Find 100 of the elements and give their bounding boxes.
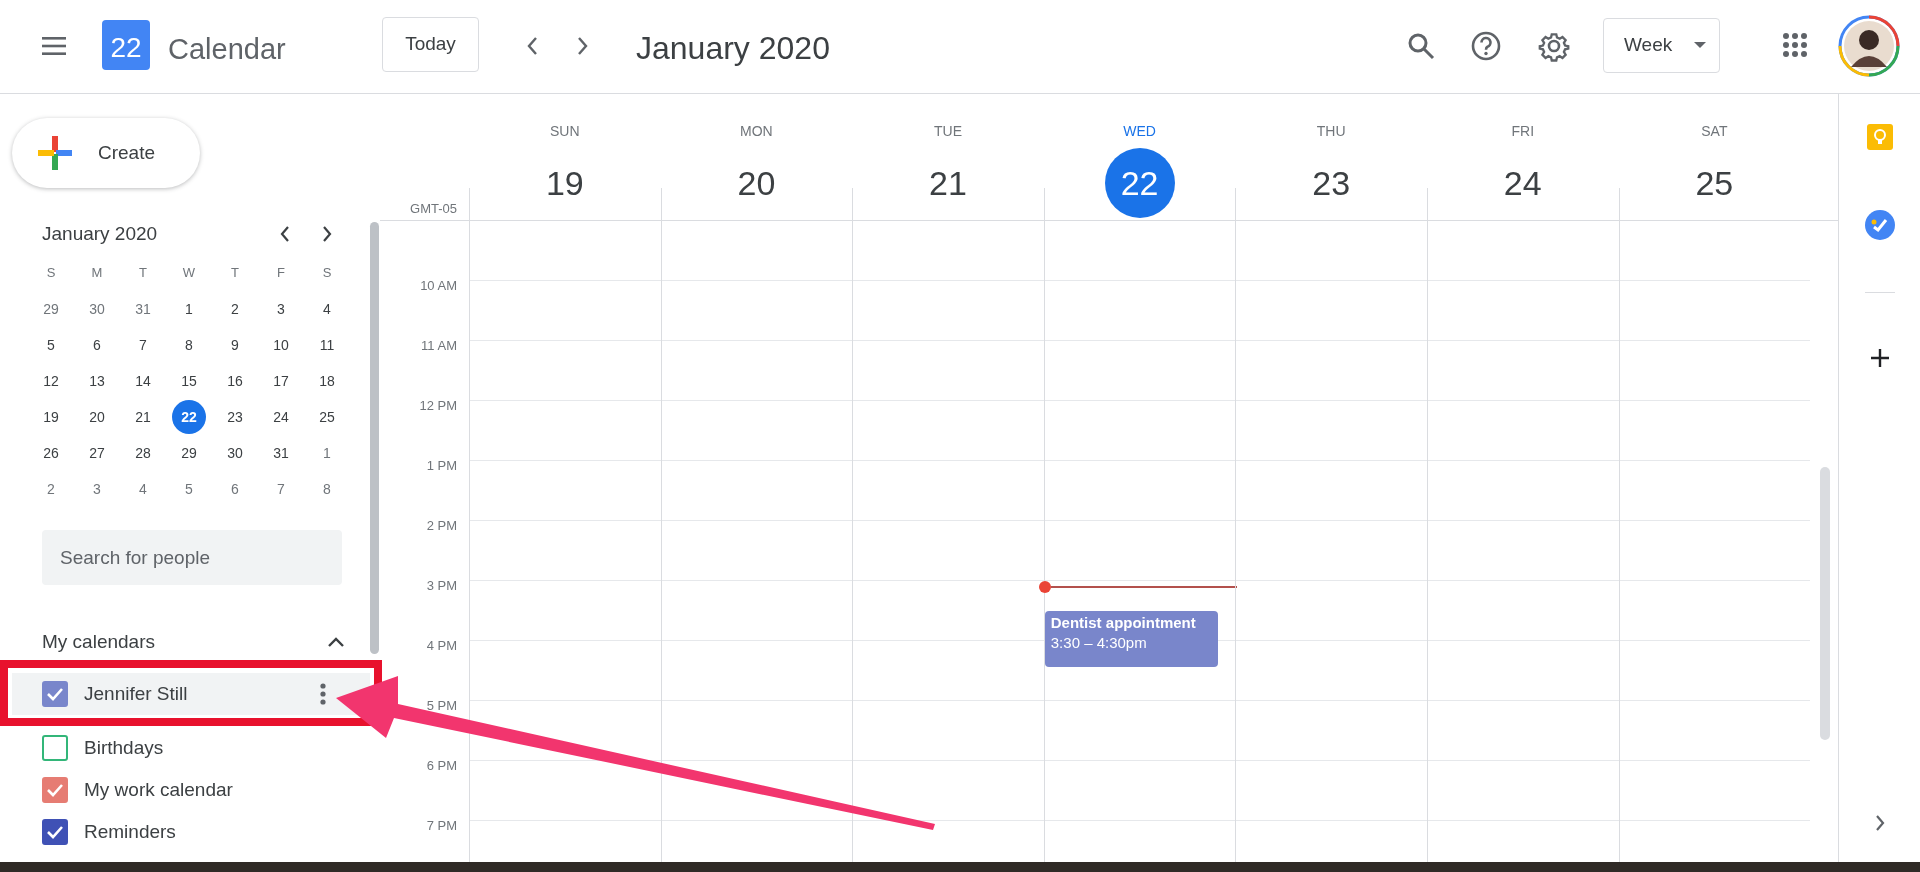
time-label: 1 PM <box>426 458 457 473</box>
date-cell[interactable]: 30 <box>218 436 252 470</box>
scrollbar[interactable] <box>370 222 379 654</box>
weekday-label: SUN <box>550 122 580 141</box>
date-cell[interactable]: 4 <box>310 292 344 326</box>
checkmark-circle-icon[interactable] <box>1864 210 1895 240</box>
weekday-label: MON <box>740 122 773 141</box>
time-label: 6 PM <box>426 758 457 773</box>
date-cell[interactable]: 1 <box>172 292 206 326</box>
apps-grid-icon[interactable] <box>1782 32 1808 58</box>
date-cell[interactable]: 2 <box>34 472 68 506</box>
app-name: Calendar <box>168 32 286 67</box>
chevron-right-icon[interactable] <box>1873 814 1886 832</box>
date-cell[interactable]: 12 <box>34 364 68 398</box>
checkbox[interactable] <box>42 777 68 803</box>
date-cell[interactable]: 19 <box>34 400 68 434</box>
weekday-label: T <box>139 264 147 283</box>
date-cell[interactable]: 9 <box>218 328 252 362</box>
view-selector[interactable]: Week <box>1603 18 1720 73</box>
event-title: Dentist appointment <box>1050 613 1197 633</box>
checkbox[interactable] <box>42 735 68 761</box>
weekday-label: F <box>277 264 285 283</box>
chevron-right-icon[interactable] <box>320 224 334 244</box>
calendar-logo: 22 <box>102 20 150 70</box>
day-number[interactable]: 25 <box>1679 148 1750 218</box>
mini-calendar-title: January 2020 <box>42 221 158 246</box>
date-cell[interactable]: 23 <box>218 400 252 434</box>
date-cell[interactable]: 15 <box>172 364 206 398</box>
day-number[interactable]: 21 <box>913 148 983 218</box>
date-cell[interactable]: 29 <box>34 292 68 326</box>
add-icon[interactable] <box>1869 348 1890 368</box>
checkbox[interactable] <box>42 819 68 845</box>
date-cell[interactable]: 3 <box>80 472 114 506</box>
weekday-label: TUE <box>934 122 962 141</box>
date-cell[interactable]: 7 <box>126 328 160 362</box>
date-cell[interactable]: 5 <box>34 328 68 362</box>
scrollbar[interactable] <box>1820 467 1830 740</box>
checkmark-icon <box>46 825 64 839</box>
date-cell[interactable]: 29 <box>172 436 206 470</box>
dropdown-caret-icon <box>1694 42 1707 49</box>
checkmark-icon <box>46 783 64 797</box>
weekday-label: WED <box>1123 122 1156 141</box>
weekday-label: W <box>182 264 196 283</box>
date-cell[interactable]: 8 <box>310 472 344 506</box>
more-options-icon[interactable] <box>320 683 326 705</box>
avatar[interactable] <box>1838 15 1900 77</box>
date-cell[interactable]: 10 <box>264 328 298 362</box>
date-cell[interactable]: 8 <box>172 328 206 362</box>
settings-icon[interactable] <box>1538 30 1570 62</box>
date-cell[interactable]: 31 <box>126 292 160 326</box>
date-cell[interactable]: 4 <box>126 472 160 506</box>
people-search-field[interactable]: Search for people <box>42 530 342 585</box>
date-cell[interactable]: 31 <box>264 436 298 470</box>
calendar-name: Birthdays <box>84 735 164 760</box>
create-button[interactable]: Create <box>12 118 200 188</box>
day-number[interactable]: 20 <box>721 148 792 218</box>
date-cell[interactable]: 14 <box>126 364 160 398</box>
day-number[interactable]: 22 <box>1104 148 1175 218</box>
search-icon[interactable] <box>1406 31 1436 61</box>
calendar-row-hover[interactable]: Jennifer Still <box>12 673 370 715</box>
menu-icon[interactable] <box>40 34 68 58</box>
date-cell[interactable]: 5 <box>172 472 206 506</box>
date-cell[interactable]: 30 <box>80 292 114 326</box>
today-button[interactable]: Today <box>382 17 479 72</box>
date-cell[interactable]: 13 <box>80 364 114 398</box>
weekday-label: M <box>91 264 103 283</box>
weekday-label: S <box>46 264 56 283</box>
checkmark-icon <box>46 687 64 701</box>
date-cell[interactable]: 1 <box>310 436 344 470</box>
date-cell[interactable]: 6 <box>80 328 114 362</box>
time-label: 5 PM <box>426 698 457 713</box>
date-cell[interactable]: 25 <box>310 400 344 434</box>
date-cell[interactable]: 6 <box>218 472 252 506</box>
day-number[interactable]: 24 <box>1487 148 1558 218</box>
date-cell[interactable]: 2 <box>218 292 252 326</box>
day-number[interactable]: 19 <box>529 148 600 218</box>
date-cell[interactable]: 20 <box>80 400 114 434</box>
calendar-name: My work calendar <box>84 777 233 802</box>
day-number[interactable]: 23 <box>1296 148 1367 218</box>
date-cell[interactable]: 22 <box>172 400 206 434</box>
help-icon[interactable] <box>1470 30 1502 62</box>
date-cell[interactable]: 27 <box>80 436 114 470</box>
date-cell[interactable]: 16 <box>218 364 252 398</box>
date-cell[interactable]: 24 <box>264 400 298 434</box>
section-title: My calendars <box>42 630 155 654</box>
date-cell[interactable]: 17 <box>264 364 298 398</box>
date-cell[interactable]: 28 <box>126 436 160 470</box>
period-title: January 2020 <box>636 29 830 68</box>
chevron-left-icon[interactable] <box>278 224 292 244</box>
weekday-label: THU <box>1316 122 1346 141</box>
date-cell[interactable]: 26 <box>34 436 68 470</box>
checkbox[interactable] <box>42 681 68 707</box>
date-cell[interactable]: 18 <box>310 364 344 398</box>
time-label: 3 PM <box>426 578 457 593</box>
date-cell[interactable]: 3 <box>264 292 298 326</box>
date-cell[interactable]: 11 <box>310 328 344 362</box>
time-label: 4 PM <box>426 638 457 653</box>
date-cell[interactable]: 21 <box>126 400 160 434</box>
date-cell[interactable]: 7 <box>264 472 298 506</box>
time-label: 2 PM <box>426 518 457 533</box>
